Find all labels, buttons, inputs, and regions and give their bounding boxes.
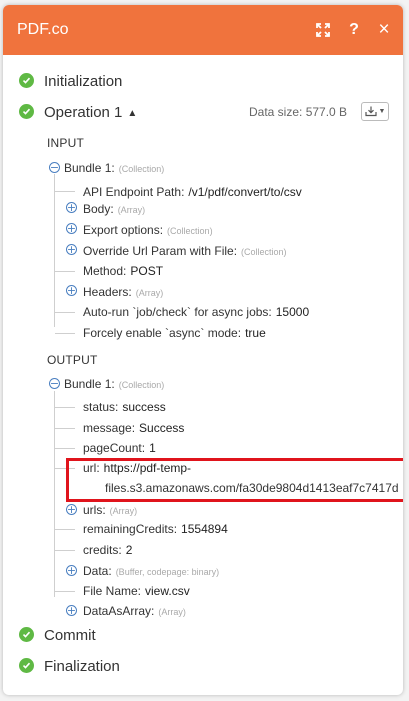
output-page-count: pageCount: 1 bbox=[83, 441, 156, 455]
success-check-icon bbox=[19, 73, 34, 88]
tree-branch bbox=[55, 550, 75, 551]
step-operation-1[interactable]: Operation 1 ▲ Data size: 577.0 B ▼ bbox=[3, 102, 403, 122]
expand-toggle-icon[interactable]: + bbox=[66, 223, 77, 234]
collapse-caret-icon[interactable]: ▲ bbox=[127, 108, 137, 119]
panel-title: PDF.co bbox=[17, 21, 69, 38]
expand-toggle-icon[interactable]: + bbox=[66, 285, 77, 296]
help-icon[interactable]: ? bbox=[346, 22, 362, 38]
input-auto-run: Auto-run `job/check` for async jobs: 1500… bbox=[83, 305, 310, 319]
download-button[interactable]: ▼ bbox=[361, 102, 389, 121]
expand-icon[interactable] bbox=[316, 23, 332, 37]
tree-branch bbox=[55, 448, 75, 449]
operation-label: Operation 1 bbox=[44, 103, 123, 121]
tree-branch bbox=[55, 191, 75, 192]
output-data-as-array[interactable]: DataAsArray: (Array) bbox=[83, 604, 186, 618]
output-remaining-credits: remainingCredits: 1554894 bbox=[83, 522, 228, 536]
step-label: Initialization bbox=[44, 72, 123, 90]
input-method: Method: POST bbox=[83, 264, 164, 278]
close-icon[interactable]: × bbox=[376, 20, 392, 39]
step-finalization[interactable]: Finalization bbox=[3, 656, 403, 676]
expand-toggle-icon[interactable]: + bbox=[66, 202, 77, 213]
tree-branch bbox=[55, 312, 75, 313]
url-highlight-box bbox=[66, 458, 403, 502]
input-force-async: Forcely enable `async` mode: true bbox=[83, 326, 266, 340]
tree-guide bbox=[54, 174, 55, 327]
output-credits: credits: 2 bbox=[83, 543, 133, 557]
collapse-toggle-icon[interactable]: − bbox=[49, 162, 60, 173]
collapse-toggle-icon[interactable]: − bbox=[49, 378, 60, 389]
download-icon bbox=[364, 106, 377, 117]
step-commit[interactable]: Commit bbox=[3, 625, 403, 645]
step-label: Commit bbox=[44, 626, 96, 644]
step-label: Finalization bbox=[44, 657, 120, 675]
expand-toggle-icon[interactable]: + bbox=[66, 504, 77, 515]
input-bundle-1[interactable]: Bundle 1: (Collection) bbox=[64, 161, 164, 175]
expand-toggle-icon[interactable]: + bbox=[66, 565, 77, 576]
input-headers[interactable]: Headers: (Array) bbox=[83, 285, 163, 299]
output-file-name: File Name: view.csv bbox=[83, 584, 190, 598]
input-api-endpoint: API Endpoint Path:/v1/pdf/convert/to/csv bbox=[83, 185, 302, 199]
tree-branch bbox=[55, 407, 75, 408]
input-body[interactable]: Body: (Array) bbox=[83, 202, 145, 216]
expand-toggle-icon[interactable]: + bbox=[66, 605, 77, 616]
output-message: message: Success bbox=[83, 421, 185, 435]
expand-toggle-icon[interactable]: + bbox=[66, 244, 77, 255]
input-section-label: INPUT bbox=[47, 136, 84, 150]
output-urls[interactable]: urls: (Array) bbox=[83, 503, 137, 517]
tree-branch bbox=[55, 591, 75, 592]
success-check-icon bbox=[19, 658, 34, 673]
header-actions: ? × bbox=[316, 20, 392, 39]
success-check-icon bbox=[19, 627, 34, 642]
tree-branch bbox=[55, 529, 75, 530]
chevron-down-icon: ▼ bbox=[378, 108, 386, 115]
output-section-label: OUTPUT bbox=[47, 353, 98, 367]
tree-guide bbox=[54, 391, 55, 597]
input-override-url[interactable]: Override Url Param with File: (Collection… bbox=[83, 244, 287, 258]
tree-branch bbox=[55, 333, 75, 334]
bundle-inspector-panel: PDF.co ? × Initialization Operation 1 ▲ D… bbox=[3, 5, 403, 695]
tree-branch bbox=[55, 271, 75, 272]
data-size-label: Data size: 577.0 B bbox=[249, 105, 348, 119]
tree-branch bbox=[55, 428, 75, 429]
output-status: status: success bbox=[83, 400, 166, 414]
step-initialization[interactable]: Initialization bbox=[3, 71, 403, 91]
input-export-options[interactable]: Export options: (Collection) bbox=[83, 223, 213, 237]
panel-header: PDF.co ? × bbox=[3, 5, 403, 55]
success-check-icon bbox=[19, 104, 34, 119]
output-data[interactable]: Data: (Buffer, codepage: binary) bbox=[83, 564, 219, 578]
step-label: Operation 1 ▲ bbox=[44, 104, 137, 121]
output-bundle-1[interactable]: Bundle 1: (Collection) bbox=[64, 377, 164, 391]
